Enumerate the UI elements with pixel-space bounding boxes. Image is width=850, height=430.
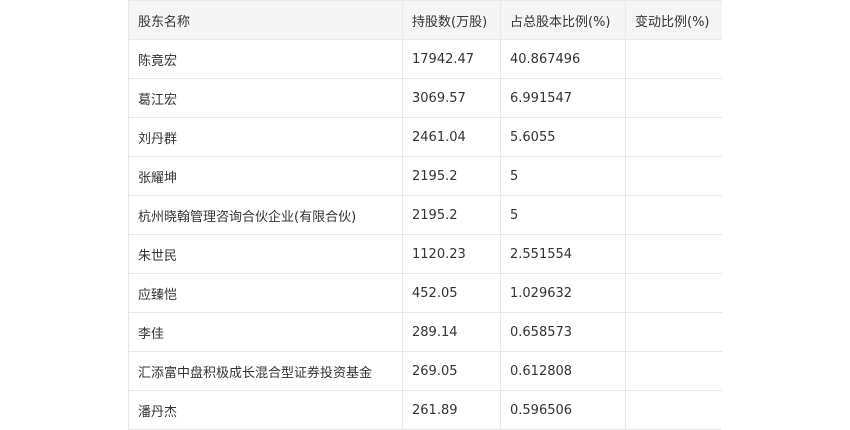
cell-change-ratio bbox=[625, 195, 722, 235]
header-shares-held: 持股数(万股) bbox=[402, 0, 501, 40]
cell-change-ratio bbox=[625, 273, 722, 313]
cell-change-ratio bbox=[625, 351, 722, 391]
cell-change-ratio bbox=[625, 39, 722, 79]
cell-share-ratio: 6.991547 bbox=[500, 78, 626, 118]
table-row: 葛江宏 3069.57 6.991547 bbox=[128, 78, 722, 118]
table-row: 陈竟宏 17942.47 40.867496 bbox=[128, 39, 722, 79]
cell-change-ratio bbox=[625, 117, 722, 157]
cell-shares-held: 3069.57 bbox=[402, 78, 501, 118]
table-row: 汇添富中盘积极成长混合型证券投资基金 269.05 0.612808 bbox=[128, 351, 722, 391]
cell-shares-held: 289.14 bbox=[402, 312, 501, 352]
cell-change-ratio bbox=[625, 390, 722, 430]
cell-shares-held: 269.05 bbox=[402, 351, 501, 391]
cell-shares-held: 2195.2 bbox=[402, 156, 501, 196]
table-row: 朱世民 1120.23 2.551554 bbox=[128, 234, 722, 274]
cell-shares-held: 261.89 bbox=[402, 390, 501, 430]
shareholder-table: 股东名称 持股数(万股) 占总股本比例(%) 变动比例(%) 陈竟宏 17942… bbox=[128, 0, 722, 430]
cell-shares-held: 17942.47 bbox=[402, 39, 501, 79]
cell-share-ratio: 5.6055 bbox=[500, 117, 626, 157]
cell-change-ratio bbox=[625, 234, 722, 274]
table-row: 应臻恺 452.05 1.029632 bbox=[128, 273, 722, 313]
table-header-row: 股东名称 持股数(万股) 占总股本比例(%) 变动比例(%) bbox=[128, 0, 722, 40]
cell-shareholder-name: 葛江宏 bbox=[128, 78, 403, 118]
table-row: 张耀坤 2195.2 5 bbox=[128, 156, 722, 196]
table-row: 杭州晓翰管理咨询合伙企业(有限合伙) 2195.2 5 bbox=[128, 195, 722, 235]
cell-share-ratio: 0.596506 bbox=[500, 390, 626, 430]
cell-share-ratio: 5 bbox=[500, 195, 626, 235]
cell-change-ratio bbox=[625, 312, 722, 352]
cell-share-ratio: 0.612808 bbox=[500, 351, 626, 391]
table-row: 李佳 289.14 0.658573 bbox=[128, 312, 722, 352]
table-row: 刘丹群 2461.04 5.6055 bbox=[128, 117, 722, 157]
header-share-ratio: 占总股本比例(%) bbox=[500, 0, 626, 40]
cell-shares-held: 2461.04 bbox=[402, 117, 501, 157]
cell-shares-held: 2195.2 bbox=[402, 195, 501, 235]
header-change-ratio: 变动比例(%) bbox=[625, 0, 722, 40]
cell-change-ratio bbox=[625, 78, 722, 118]
header-shareholder-name: 股东名称 bbox=[128, 0, 403, 40]
cell-shareholder-name: 李佳 bbox=[128, 312, 403, 352]
cell-shares-held: 452.05 bbox=[402, 273, 501, 313]
cell-shareholder-name: 张耀坤 bbox=[128, 156, 403, 196]
cell-shareholder-name: 汇添富中盘积极成长混合型证券投资基金 bbox=[128, 351, 403, 391]
cell-share-ratio: 0.658573 bbox=[500, 312, 626, 352]
shareholder-table-container: 股东名称 持股数(万股) 占总股本比例(%) 变动比例(%) 陈竟宏 17942… bbox=[128, 0, 722, 430]
cell-shares-held: 1120.23 bbox=[402, 234, 501, 274]
cell-share-ratio: 1.029632 bbox=[500, 273, 626, 313]
table-row: 潘丹杰 261.89 0.596506 bbox=[128, 390, 722, 430]
cell-shareholder-name: 刘丹群 bbox=[128, 117, 403, 157]
cell-share-ratio: 2.551554 bbox=[500, 234, 626, 274]
cell-change-ratio bbox=[625, 156, 722, 196]
cell-shareholder-name: 杭州晓翰管理咨询合伙企业(有限合伙) bbox=[128, 195, 403, 235]
cell-share-ratio: 5 bbox=[500, 156, 626, 196]
cell-share-ratio: 40.867496 bbox=[500, 39, 626, 79]
cell-shareholder-name: 潘丹杰 bbox=[128, 390, 403, 430]
cell-shareholder-name: 陈竟宏 bbox=[128, 39, 403, 79]
cell-shareholder-name: 应臻恺 bbox=[128, 273, 403, 313]
cell-shareholder-name: 朱世民 bbox=[128, 234, 403, 274]
